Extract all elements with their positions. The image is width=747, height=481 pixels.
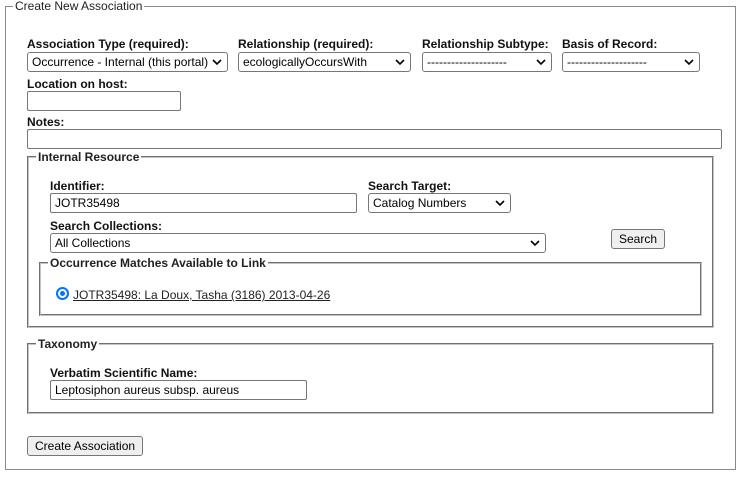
basis-of-record-label: Basis of Record: (562, 37, 658, 51)
create-association-button[interactable]: Create Association (27, 436, 144, 456)
internal-resource-legend: Internal Resource (38, 150, 140, 164)
relationship-subtype-value: -------------------- (427, 55, 507, 69)
search-target-value: Catalog Numbers (373, 196, 467, 210)
basis-of-record-select[interactable]: -------------------- (562, 52, 700, 72)
relationship-value: ecologicallyOccursWith (243, 55, 368, 69)
notes-label: Notes: (27, 115, 65, 129)
match-link[interactable]: JOTR35498: La Doux, Tasha (3186) 2013-04… (73, 288, 330, 302)
identifier-label: Identifier: (50, 179, 105, 193)
chevron-down-icon (212, 59, 222, 66)
search-target-label: Search Target: (368, 179, 452, 193)
chevron-down-icon (536, 59, 546, 66)
occurrence-matches-legend: Occurrence Matches Available to Link (50, 256, 266, 270)
notes-input[interactable] (27, 129, 722, 149)
identifier-input[interactable] (50, 193, 357, 213)
basis-of-record-value: -------------------- (567, 55, 647, 69)
chevron-down-icon (395, 59, 405, 66)
radio-selected-dot (60, 291, 65, 296)
chevron-down-icon (684, 59, 694, 66)
search-collections-value: All Collections (55, 236, 131, 250)
location-on-host-label: Location on host: (27, 77, 128, 91)
search-collections-label: Search Collections: (50, 219, 163, 233)
location-on-host-input[interactable] (27, 91, 181, 111)
search-collections-select[interactable]: All Collections (50, 233, 546, 253)
relationship-select[interactable]: ecologicallyOccursWith (238, 52, 411, 72)
relationship-subtype-select[interactable]: -------------------- (422, 52, 552, 72)
search-target-select[interactable]: Catalog Numbers (368, 193, 511, 213)
relationship-label: Relationship (required): (238, 37, 374, 51)
association-type-value: Occurrence - Internal (this portal) (32, 55, 209, 69)
association-type-select[interactable]: Occurrence - Internal (this portal) (27, 52, 228, 72)
chevron-down-icon (530, 240, 540, 247)
taxonomy-legend: Taxonomy (38, 337, 98, 351)
search-button[interactable]: Search (611, 229, 666, 249)
association-type-label: Association Type (required): (27, 37, 189, 51)
verbatim-name-input[interactable] (50, 380, 307, 400)
chevron-down-icon (495, 200, 505, 207)
verbatim-name-label: Verbatim Scientific Name: (50, 366, 198, 380)
create-association-legend: Create New Association (15, 0, 143, 13)
match-radio[interactable] (56, 287, 69, 300)
occurrence-matches-fieldset: Occurrence Matches Available to Link (39, 257, 702, 316)
relationship-subtype-label: Relationship Subtype: (422, 37, 549, 51)
